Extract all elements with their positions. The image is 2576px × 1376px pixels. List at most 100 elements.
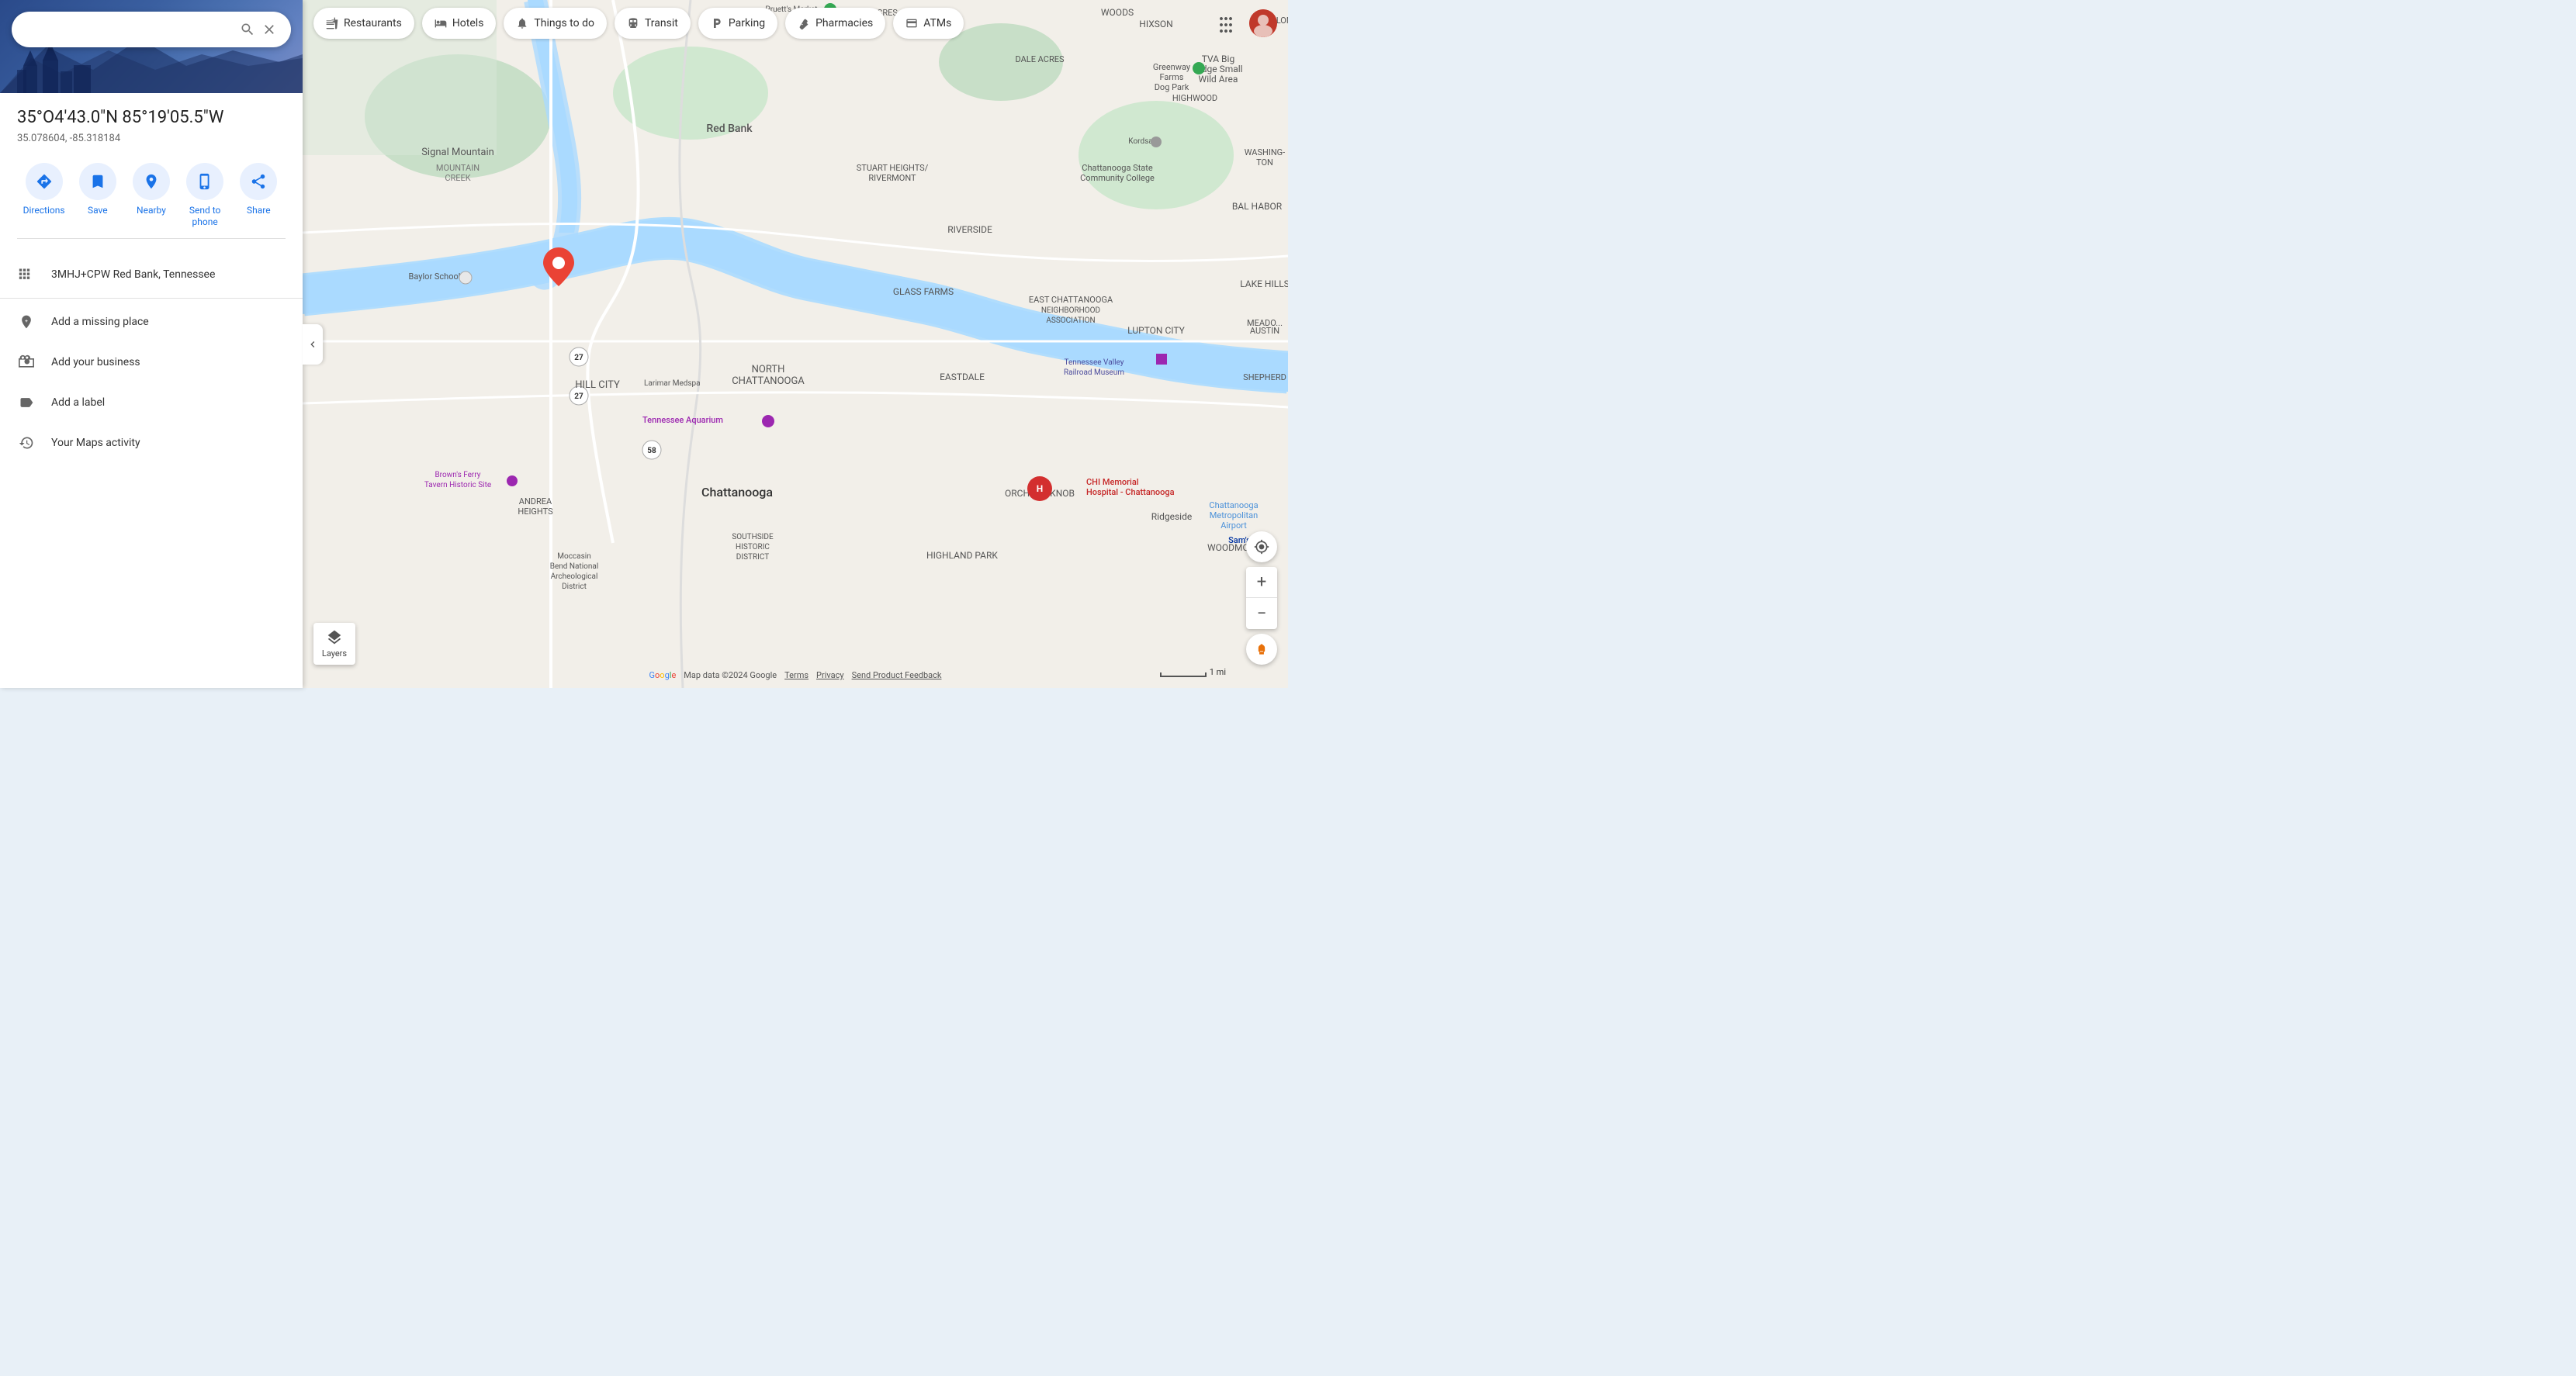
svg-text:Ridgeside: Ridgeside bbox=[1151, 511, 1192, 522]
svg-text:CHATTANOOGA: CHATTANOOGA bbox=[732, 375, 805, 387]
map-terms-link[interactable]: Terms bbox=[784, 670, 808, 680]
sidebar-header-image: 35°04'43.0"N 85°19'05.5"W bbox=[0, 0, 303, 93]
nav-chip-things-to-do[interactable]: Things to do bbox=[504, 8, 607, 39]
layers-button[interactable]: Layers bbox=[313, 623, 355, 665]
svg-text:TON: TON bbox=[1256, 157, 1273, 168]
send-to-phone-label: Send tophone bbox=[189, 205, 221, 229]
add-business-text: Add your business bbox=[51, 356, 140, 368]
svg-text:Chattanooga: Chattanooga bbox=[1209, 500, 1258, 510]
collapse-sidebar-button[interactable] bbox=[303, 324, 323, 365]
svg-text:Hospital - Chattanooga: Hospital - Chattanooga bbox=[1086, 487, 1175, 497]
svg-text:Chattanooga: Chattanooga bbox=[701, 485, 773, 500]
pegman-button[interactable] bbox=[1246, 634, 1277, 665]
search-input[interactable]: 35°04'43.0"N 85°19'05.5"W bbox=[23, 23, 237, 36]
add-missing-place-text: Add a missing place bbox=[51, 316, 149, 328]
svg-text:Farms: Farms bbox=[1160, 72, 1184, 82]
svg-text:58: 58 bbox=[647, 447, 656, 455]
svg-text:STUART HEIGHTS/: STUART HEIGHTS/ bbox=[857, 163, 929, 173]
sidebar-place-info: 35°O4'43.0"N 85°19'05.5"W 35.078604, -85… bbox=[0, 93, 303, 254]
svg-text:Wild Area: Wild Area bbox=[1199, 74, 1238, 85]
top-nav: Restaurants Hotels Things to do Transit … bbox=[303, 0, 1288, 47]
label-icon bbox=[17, 393, 36, 412]
svg-text:HIGHWOOD: HIGHWOOD bbox=[1172, 93, 1217, 103]
nav-chip-pharmacies[interactable]: Pharmacies bbox=[785, 8, 885, 39]
add-missing-place-item[interactable]: Add a missing place bbox=[0, 302, 303, 342]
svg-text:District: District bbox=[562, 583, 587, 591]
svg-text:Airport: Airport bbox=[1220, 520, 1247, 531]
search-bar: 35°04'43.0"N 85°19'05.5"W bbox=[12, 12, 291, 47]
svg-text:Signal Mountain: Signal Mountain bbox=[421, 147, 494, 158]
nav-chip-atms[interactable]: ATMs bbox=[893, 8, 964, 39]
nav-chip-transit[interactable]: Transit bbox=[615, 8, 691, 39]
history-icon bbox=[17, 434, 36, 452]
nearby-button[interactable]: Nearby bbox=[128, 163, 175, 217]
sidebar: 35°04'43.0"N 85°19'05.5"W 35°O4'43.0"N 8… bbox=[0, 0, 303, 688]
svg-text:SHEPHERD: SHEPHERD bbox=[1243, 372, 1286, 382]
map-feedback-link[interactable]: Send Product Feedback bbox=[852, 670, 942, 680]
svg-text:NORTH: NORTH bbox=[752, 364, 785, 375]
user-avatar[interactable] bbox=[1249, 9, 1277, 37]
svg-text:HEIGHTS: HEIGHTS bbox=[518, 506, 553, 517]
nav-chip-restaurants[interactable]: Restaurants bbox=[313, 8, 414, 39]
svg-text:Tavern Historic Site: Tavern Historic Site bbox=[424, 481, 491, 489]
svg-text:Red Bank: Red Bank bbox=[706, 123, 753, 135]
layers-label: Layers bbox=[322, 648, 347, 659]
close-icon[interactable] bbox=[258, 19, 280, 40]
svg-text:HILL CITY: HILL CITY bbox=[575, 379, 620, 391]
business-icon bbox=[17, 353, 36, 372]
svg-text:Dog Park: Dog Park bbox=[1155, 82, 1189, 92]
list-section: 3MHJ+CPW Red Bank, Tennessee Add a missi… bbox=[0, 254, 303, 463]
save-button[interactable]: Save bbox=[74, 163, 121, 217]
svg-text:LAKE HILLS: LAKE HILLS bbox=[1240, 278, 1288, 289]
restaurants-label: Restaurants bbox=[344, 17, 402, 29]
svg-text:NEIGHBORHOOD: NEIGHBORHOOD bbox=[1041, 306, 1100, 315]
map-bottom-controls: Layers bbox=[313, 623, 355, 665]
map-attribution: Google Map data ©2024 Google Terms Priva… bbox=[649, 670, 942, 680]
svg-text:EAST CHATTANOOGA: EAST CHATTANOOGA bbox=[1029, 295, 1113, 305]
add-business-item[interactable]: Add your business bbox=[0, 342, 303, 382]
map-data-text: Map data ©2024 Google bbox=[684, 670, 777, 680]
svg-text:Chattanooga State: Chattanooga State bbox=[1082, 163, 1153, 173]
apps-grid-button[interactable] bbox=[1210, 8, 1241, 39]
things-to-do-label: Things to do bbox=[534, 17, 594, 29]
svg-text:WASHING-: WASHING- bbox=[1245, 147, 1285, 157]
plus-code-item[interactable]: 3MHJ+CPW Red Bank, Tennessee bbox=[0, 254, 303, 295]
svg-text:DALE ACRES: DALE ACRES bbox=[1015, 54, 1064, 64]
scale-label: 1 mi bbox=[1210, 667, 1226, 677]
search-icon[interactable] bbox=[237, 19, 258, 40]
place-coordinates: 35.078604, -85.318184 bbox=[17, 133, 286, 144]
share-button[interactable]: Share bbox=[235, 163, 282, 217]
svg-text:Metropolitan: Metropolitan bbox=[1210, 510, 1258, 520]
svg-text:CREEK: CREEK bbox=[445, 173, 470, 183]
my-location-button[interactable] bbox=[1246, 531, 1277, 562]
svg-text:Tennessee Valley: Tennessee Valley bbox=[1065, 358, 1124, 367]
svg-text:RIVERMONT: RIVERMONT bbox=[868, 173, 916, 183]
scale-bar: 1 mi bbox=[1160, 667, 1226, 677]
send-to-phone-button[interactable]: Send tophone bbox=[182, 163, 228, 229]
svg-text:Brown's Ferry: Brown's Ferry bbox=[435, 471, 480, 479]
zoom-out-button[interactable]: − bbox=[1246, 598, 1277, 629]
nav-chip-parking[interactable]: Parking bbox=[698, 8, 777, 39]
map-privacy-link[interactable]: Privacy bbox=[816, 670, 844, 680]
add-label-item[interactable]: Add a label bbox=[0, 382, 303, 423]
svg-text:Kordsa: Kordsa bbox=[1128, 137, 1152, 146]
svg-text:Greenway: Greenway bbox=[1153, 62, 1191, 72]
directions-button[interactable]: Directions bbox=[21, 163, 68, 217]
svg-text:CHI Memorial: CHI Memorial bbox=[1086, 477, 1139, 487]
nav-chip-hotels[interactable]: Hotels bbox=[422, 8, 497, 39]
svg-text:RIVERSIDE: RIVERSIDE bbox=[947, 224, 992, 235]
scale-line bbox=[1160, 672, 1207, 677]
zoom-in-button[interactable]: + bbox=[1246, 567, 1277, 598]
svg-text:DISTRICT: DISTRICT bbox=[736, 553, 769, 562]
svg-text:HIGHLAND PARK: HIGHLAND PARK bbox=[926, 550, 998, 561]
pharmacies-label: Pharmacies bbox=[815, 17, 873, 29]
directions-label: Directions bbox=[23, 205, 65, 217]
svg-text:EASTDALE: EASTDALE bbox=[940, 372, 985, 382]
map-zoom-controls: + − bbox=[1246, 531, 1277, 665]
svg-text:H: H bbox=[1037, 483, 1043, 494]
map-area[interactable]: 27 27 58 Signal Mountain MOUNTAIN CREEK … bbox=[303, 0, 1288, 688]
svg-text:27: 27 bbox=[574, 392, 583, 401]
svg-text:Tennessee Aquarium: Tennessee Aquarium bbox=[642, 415, 723, 425]
maps-activity-item[interactable]: Your Maps activity bbox=[0, 423, 303, 463]
svg-text:MEADO...: MEADO... bbox=[1247, 318, 1283, 328]
